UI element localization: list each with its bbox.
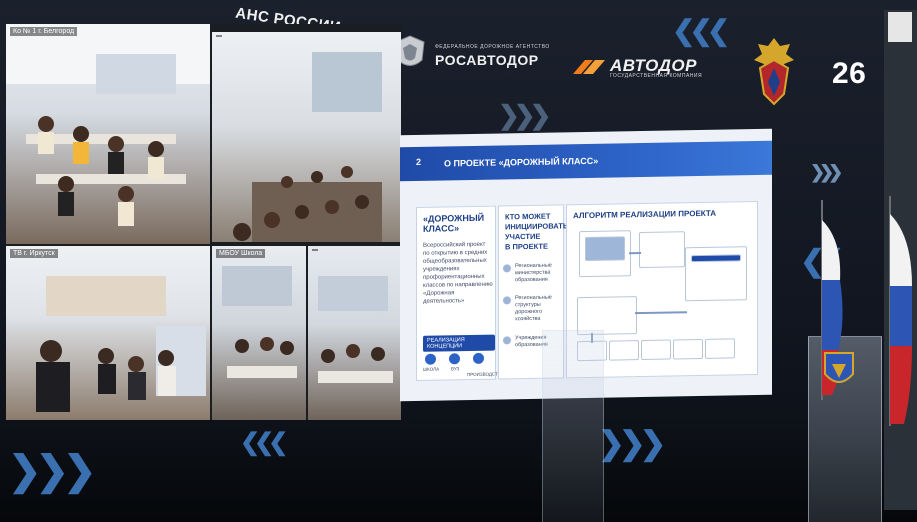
slide-header-bar: 2 О ПРОЕКТЕ «ДОРОЖНЫЙ КЛАСС» (400, 140, 772, 182)
camera-label: ТВ г. Иркутск (10, 249, 58, 258)
avtodor-subtitle: ГОСУДАРСТВЕННАЯ КОМПАНИЯ (610, 73, 703, 79)
chevron-decoration-icon: ❯❯❯ (598, 425, 666, 461)
classroom-scene-icon (318, 276, 393, 383)
flow-step-box (641, 339, 671, 361)
chevron-decoration-icon: ❯❯❯ (498, 100, 551, 130)
university-icon (449, 353, 460, 365)
factory-icon (473, 352, 484, 364)
column-heading: УЧАСТИЕ (505, 231, 541, 242)
camera-label: МБОУ Школа (216, 249, 266, 258)
police-emblem-icon (754, 38, 794, 106)
implementation-button: РЕАЛИЗАЦИЯ КОНЦЕПЦИИ (423, 334, 495, 352)
classroom-scene-icon (36, 276, 206, 412)
icon-caption: ВУЗ (451, 366, 460, 372)
initiator-line: хозяйства (515, 315, 541, 323)
conference-stage-photo: АНС РОССИИ ФЕДЕРАЛЬНОЕ ДОРОЖНОЕ АГЕНТСТВ… (0, 0, 917, 522)
check-icon (503, 296, 511, 305)
russian-flag-icon (889, 196, 912, 426)
rosavtodor-subtitle: ФЕДЕРАЛЬНОЕ ДОРОЖНОЕ АГЕНТСТВО (435, 44, 550, 50)
slide-column-project: «ДОРОЖНЫЙ КЛАСС» Всероссийский проект по… (416, 205, 504, 381)
flow-connector (635, 311, 687, 315)
camera-label: Ко № 1 г. Белгород (10, 27, 78, 36)
slide-title: О ПРОЕКТЕ «ДОРОЖНЫЙ КЛАСС» (444, 155, 599, 169)
flow-step-box (673, 338, 703, 360)
classroom-scene-icon (6, 24, 210, 226)
chevron-decoration-icon: ❮❮❮ (672, 15, 730, 46)
classroom-camera-feed: МБОУ Школа (212, 246, 306, 420)
camera-label (312, 249, 318, 251)
region-number-badge: 26 (832, 57, 867, 90)
classroom-scene-icon (222, 266, 297, 378)
check-icon (503, 336, 511, 345)
column-heading: ИНИЦИИРОВАТЬ (505, 221, 569, 232)
flow-step-box (609, 340, 639, 361)
camera-label (216, 35, 222, 37)
flow-form-header (691, 254, 741, 263)
classroom-camera-feed (308, 246, 401, 420)
chevron-decoration-icon: ❯❯❯ (810, 162, 843, 182)
slide-number: 2 (416, 156, 422, 167)
check-icon (503, 264, 511, 273)
column-body-line: деятельность» (423, 298, 465, 305)
icon-caption: ШКОЛА (423, 366, 440, 372)
flow-connector (629, 252, 641, 255)
glass-lectern (542, 330, 604, 522)
chevron-decoration-icon: ❮❮❮ (240, 429, 288, 456)
column-heading: АЛГОРИТМ РЕАЛИЗАЦИИ ПРОЕКТА (573, 208, 717, 221)
regional-coat-of-arms-icon (824, 352, 854, 383)
column-heading: КЛАСС» (423, 223, 460, 234)
column-body-line: классов по направлению (423, 281, 493, 289)
column-heading: КТО МОЖЕТ (505, 211, 551, 222)
stage-floor (0, 430, 917, 522)
avtodor-logo-icon (573, 60, 605, 74)
flow-screen-image (585, 236, 625, 262)
column-heading: «ДОРОЖНЫЙ (423, 212, 485, 224)
corner-panel (888, 12, 912, 42)
video-conference-wall: Ко № 1 г. Белгород ТВ г. Иркутск МБОУ Шк… (6, 24, 401, 420)
flow-document-box (639, 231, 685, 269)
flow-step-box (705, 338, 735, 359)
classroom-camera-feed: ТВ г. Иркутск (6, 246, 210, 420)
initiator-line: образования (515, 276, 548, 284)
classroom-camera-feed: Ко № 1 г. Белгород (6, 24, 210, 244)
chevron-decoration-icon: ❯❯❯ (8, 449, 97, 493)
rosavtodor-logo-text: РОСАВТОДОР (435, 52, 539, 68)
classroom-camera-feed (212, 32, 401, 242)
classroom-scene-icon (233, 52, 382, 242)
school-icon (425, 353, 436, 365)
column-heading: В ПРОЕКТЕ (505, 241, 548, 252)
